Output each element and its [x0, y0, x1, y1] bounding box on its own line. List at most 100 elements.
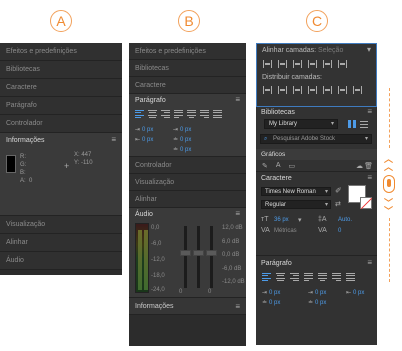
text-style-icon[interactable]: A: [276, 162, 281, 170]
justify-center-icon[interactable]: [318, 273, 327, 281]
justify-all-icon[interactable]: [213, 110, 222, 118]
justify-right-icon[interactable]: [332, 273, 341, 281]
audio-title[interactable]: Áudio: [135, 211, 153, 218]
align-left-icon[interactable]: [262, 273, 271, 281]
panel-menu-icon[interactable]: ≡: [111, 135, 116, 144]
fill-icon[interactable]: ▭: [289, 162, 296, 170]
library-select[interactable]: My Library ▾: [264, 119, 338, 129]
justify-right-icon[interactable]: [200, 110, 209, 118]
distribute-bottom-icon[interactable]: [293, 86, 302, 94]
space-before-field[interactable]: ≐ 0 px: [173, 136, 191, 143]
trash-icon[interactable]: 🗑: [364, 162, 373, 170]
align-left-icon[interactable]: [135, 110, 144, 118]
fader-knob[interactable]: [206, 250, 217, 256]
libraries-title[interactable]: Bibliotecas: [261, 109, 295, 116]
grid-view-icon[interactable]: [348, 120, 356, 128]
align-center-icon[interactable]: [148, 110, 157, 118]
stroke-color-swatch[interactable]: [360, 197, 372, 209]
brush-icon[interactable]: ✎: [262, 162, 268, 170]
distribute-vcenter-icon[interactable]: [278, 86, 287, 94]
panel-row-info[interactable]: Informações ≡: [129, 298, 246, 315]
space-after-field[interactable]: ≐ 0 px: [173, 146, 191, 153]
panel-row-controller[interactable]: Controlador: [129, 157, 246, 174]
info-panel-title[interactable]: Informações: [6, 137, 45, 144]
panel-row-preview[interactable]: Visualização: [0, 216, 122, 234]
fader-knob[interactable]: [193, 250, 204, 256]
panel-row-effects[interactable]: Efeitos e predefinições: [0, 43, 122, 61]
panel-row-libraries[interactable]: Bibliotecas: [0, 61, 122, 79]
paragraph-panel: Parágrafo ≡ ⇥ 0 px ⇥ 0 px ⇤ 0 px ≐ 0 px ≐ 0 p…: [129, 94, 246, 157]
cloud-icon[interactable]: ☁: [356, 162, 363, 170]
indent-first-line-field[interactable]: ⇥ 0 px: [308, 289, 326, 296]
distribute-hcenter-icon[interactable]: [323, 86, 332, 94]
space-after-field[interactable]: ≐ 0 px: [308, 299, 326, 306]
db-right-label: -12,0 dB: [222, 279, 245, 285]
panel-row-libraries[interactable]: Bibliotecas: [129, 60, 246, 77]
paragraph-title[interactable]: Parágrafo: [135, 97, 166, 104]
eyedropper-icon[interactable]: ✐: [335, 186, 342, 195]
panel-row-audio[interactable]: Áudio: [0, 252, 122, 270]
distribute-top-icon[interactable]: [263, 86, 272, 94]
list-view-icon[interactable]: [360, 120, 368, 128]
panel-menu-icon[interactable]: ≡: [367, 258, 372, 267]
graphics-section[interactable]: Gráficos: [256, 149, 377, 160]
paragraph-title[interactable]: Parágrafo: [261, 260, 292, 267]
align-buttons: [135, 110, 222, 118]
font-family-select[interactable]: Times New Roman ▾: [261, 187, 331, 196]
font-size-dropdown-icon[interactable]: ▾: [298, 216, 302, 224]
fader-track[interactable]: [193, 226, 204, 288]
space-before-field[interactable]: ≐ 0 px: [262, 299, 280, 306]
stock-search-input[interactable]: ⌕ Pesquisar Adobe Stock ▾: [260, 134, 372, 144]
align-right-icon[interactable]: [290, 273, 299, 281]
fader-track[interactable]: [206, 226, 217, 288]
chevron-up-icon: ︿: [384, 162, 394, 172]
panel-a-collapsed-stack: Efeitos e predefinições Bibliotecas Cara…: [0, 43, 122, 275]
panel-menu-icon[interactable]: ≡: [367, 173, 372, 182]
fader-knob[interactable]: [180, 250, 191, 256]
indent-first-line-field[interactable]: ⇥ 0 px: [173, 126, 191, 133]
align-bottom-edges-icon[interactable]: [338, 60, 347, 68]
panel-row-character[interactable]: Caractere: [129, 77, 246, 94]
indent-left-field[interactable]: ⇥ 0 px: [262, 289, 280, 296]
panel-row-align[interactable]: Alinhar: [0, 234, 122, 252]
font-style-select[interactable]: Regular ▾: [261, 200, 331, 209]
align-v-centers-icon[interactable]: [323, 60, 332, 68]
tracking-field[interactable]: 0: [338, 228, 341, 234]
justify-all-icon[interactable]: [346, 273, 355, 281]
justify-left-icon[interactable]: [174, 110, 183, 118]
badge-a: A: [50, 10, 72, 32]
align-center-icon[interactable]: [276, 273, 285, 281]
kerning-field[interactable]: Métricas: [274, 228, 297, 234]
align-left-edges-icon[interactable]: [263, 60, 272, 68]
panel-row-effects[interactable]: Efeitos e predefinições: [129, 43, 246, 60]
distribute-right-icon[interactable]: [338, 86, 347, 94]
indent-right-field[interactable]: ⇤ 0 px: [135, 136, 153, 143]
indent-left-field[interactable]: ⇥ 0 px: [135, 126, 153, 133]
panel-row-paragraph[interactable]: Parágrafo: [0, 97, 122, 115]
align-right-edges-icon[interactable]: [293, 60, 302, 68]
fader-track[interactable]: [180, 226, 191, 288]
align-top-edges-icon[interactable]: [308, 60, 317, 68]
panel-menu-icon[interactable]: ≡: [235, 209, 240, 218]
align-right-icon[interactable]: [161, 110, 170, 118]
panel-row-preview[interactable]: Visualização: [129, 174, 246, 191]
indent-right-field[interactable]: ⇤ 0 px: [346, 289, 364, 296]
distribute-spacing-icon[interactable]: [353, 86, 362, 94]
panel-menu-icon[interactable]: ≡: [367, 107, 372, 116]
swap-colors-icon[interactable]: ⇄: [335, 200, 341, 208]
align-h-centers-icon[interactable]: [278, 60, 287, 68]
character-title[interactable]: Caractere: [261, 175, 292, 182]
justify-center-icon[interactable]: [187, 110, 196, 118]
justify-left-icon[interactable]: [304, 273, 313, 281]
db-left-label: -12,0: [151, 257, 165, 263]
panel-menu-icon[interactable]: ≡: [235, 298, 240, 315]
distribute-left-icon[interactable]: [308, 86, 317, 94]
panel-menu-icon[interactable]: ≡: [235, 95, 240, 104]
leading-field[interactable]: Auto.: [338, 217, 352, 223]
panel-row-character[interactable]: Caractere: [0, 79, 122, 97]
font-size-field[interactable]: 36 px: [274, 217, 289, 223]
panel-row-align[interactable]: Alinhar: [129, 191, 246, 208]
dropdown-chevron-icon[interactable]: ▾: [367, 45, 371, 54]
mouse-scroll-icon: [383, 175, 395, 193]
panel-row-controller[interactable]: Controlador: [0, 115, 122, 133]
